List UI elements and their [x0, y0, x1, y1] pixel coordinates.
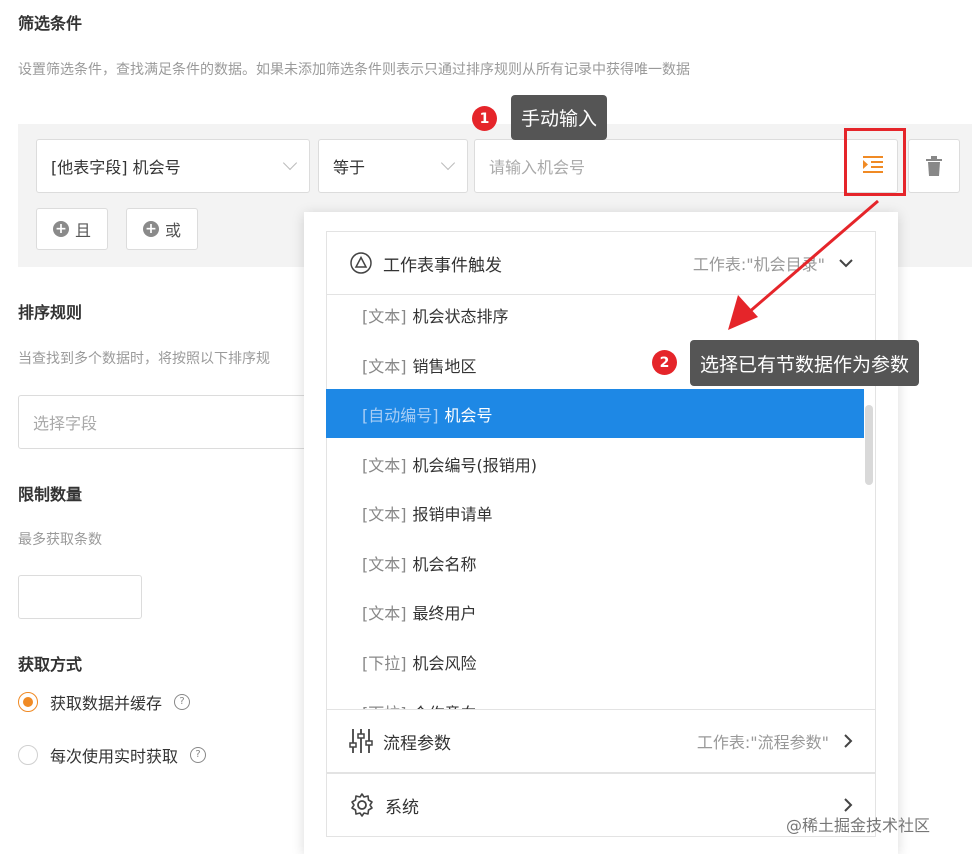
limit-input[interactable]: [18, 575, 142, 619]
limit-description: 最多获取条数: [18, 532, 102, 548]
sort-field-select[interactable]: 选择字段: [18, 395, 318, 449]
list-indent-icon: [863, 156, 883, 173]
or-label: 或: [164, 221, 181, 240]
list-item[interactable]: [文本] 最终用户: [326, 587, 864, 636]
limit-section-title: 限制数量: [18, 485, 83, 504]
annotation-text: 选择已有节数据作为参数: [700, 353, 910, 376]
field-type: [文本]: [362, 455, 407, 475]
group-flow-parameters[interactable]: 流程参数 工作表:"流程参数": [326, 709, 876, 773]
value-input[interactable]: 请输入机会号: [474, 139, 898, 193]
radio-checked-icon[interactable]: [18, 692, 38, 712]
field-type: [文本]: [362, 554, 407, 574]
field-name: 报销申请单: [412, 504, 493, 524]
delete-button[interactable]: [908, 139, 960, 193]
fetch-option-cache[interactable]: 获取数据并缓存 ?: [18, 690, 191, 714]
trash-icon: [926, 156, 942, 176]
annotation-callout-1: 手动输入: [511, 95, 608, 140]
field-name: 最终用户: [412, 603, 477, 623]
field-type: [文本]: [362, 504, 407, 524]
list-item-selected[interactable]: [自动编号] 机会号: [326, 389, 864, 438]
value-input-placeholder: 请输入机会号: [489, 158, 586, 177]
fetch-option-realtime[interactable]: 每次使用实时获取 ?: [18, 743, 207, 767]
chevron-down-icon: [440, 155, 456, 171]
operator-select[interactable]: 等于: [318, 139, 468, 193]
help-icon[interactable]: ?: [190, 747, 207, 763]
annotation-badge-2: 2: [652, 350, 677, 375]
plus-circle-icon: +: [52, 221, 69, 237]
chevron-right-icon: [844, 798, 853, 812]
list-item[interactable]: [文本] 报销申请单: [326, 488, 864, 537]
field-type: [自动编号]: [362, 405, 439, 425]
list-item[interactable]: [文本] 机会名称: [326, 538, 864, 587]
field-select[interactable]: [他表字段] 机会号: [36, 139, 310, 193]
field-select-value: [他表字段] 机会号: [51, 158, 181, 177]
field-type: [文本]: [362, 603, 407, 623]
list-item-partial[interactable]: [下拉] 合作意向: [326, 686, 864, 709]
filter-section-title: 筛选条件: [18, 14, 83, 33]
fetch-section-title: 获取方式: [18, 655, 83, 674]
plus-circle-icon: +: [142, 221, 159, 237]
sort-field-placeholder: 选择字段: [33, 414, 98, 433]
annotation-badge-1: 1: [472, 106, 497, 131]
sort-description: 当查找到多个数据时，将按照以下排序规: [18, 351, 270, 367]
triangle-circle-icon: [350, 252, 372, 274]
field-type: [下拉]: [362, 700, 407, 709]
field-name: 机会名称: [412, 554, 477, 574]
fetch-option-realtime-label: 每次使用实时获取: [50, 747, 179, 766]
annotation-arrow: [728, 199, 879, 330]
sort-section-title: 排序规则: [18, 303, 83, 322]
annotation-text: 手动输入: [521, 108, 598, 130]
scrollbar-thumb[interactable]: [865, 405, 873, 485]
help-icon[interactable]: ?: [174, 694, 191, 710]
chevron-right-icon: [844, 734, 853, 748]
add-and-condition-button[interactable]: + 且: [36, 208, 108, 250]
field-type: [文本]: [362, 306, 407, 326]
group-source: 工作表:"流程参数": [696, 733, 829, 752]
fetch-option-cache-label: 获取数据并缓存: [50, 694, 163, 713]
insert-parameter-button[interactable]: [850, 142, 896, 188]
field-name: 机会风险: [412, 653, 477, 673]
group-name: 工作表事件触发: [383, 255, 502, 276]
and-label: 且: [74, 221, 91, 240]
radio-unchecked-icon[interactable]: [18, 745, 38, 765]
list-item[interactable]: [文本] 机会编号(报销用): [326, 439, 864, 488]
annotation-callout-2: 选择已有节数据作为参数: [690, 340, 920, 386]
field-name: 机会状态排序: [412, 306, 509, 326]
field-name: 销售地区: [412, 356, 477, 376]
add-or-condition-button[interactable]: + 或: [126, 208, 198, 250]
field-type: [下拉]: [362, 653, 407, 673]
field-type: [文本]: [362, 356, 407, 376]
field-name: 机会号: [444, 405, 493, 425]
gear-icon: [351, 793, 373, 817]
group-name: 系统: [385, 797, 419, 818]
watermark: @稀土掘金技术社区: [786, 816, 931, 835]
group-name: 流程参数: [383, 733, 451, 754]
chevron-down-icon: [282, 155, 298, 171]
field-name: 机会编号(报销用): [412, 455, 538, 475]
sliders-icon: [349, 729, 373, 753]
operator-select-value: 等于: [333, 158, 366, 177]
list-item[interactable]: [下拉] 机会风险: [326, 637, 864, 686]
field-name: 合作意向: [413, 700, 477, 709]
filter-description: 设置筛选条件，查找满足条件的数据。如果未添加筛选条件则表示只通过排序规则从所有记…: [18, 62, 690, 78]
